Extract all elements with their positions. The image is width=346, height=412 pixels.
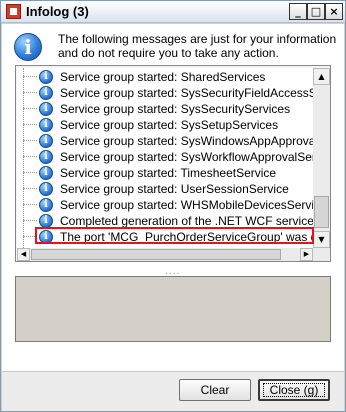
message-list[interactable]: i Service group started: SharedServices i S…	[15, 65, 331, 262]
scroll-left-button[interactable]: ◀	[17, 248, 30, 261]
message-detail-pane	[15, 276, 331, 342]
tree-connector	[23, 236, 37, 237]
message-row[interactable]: i Service group started: UserSessionServi…	[17, 181, 313, 197]
tree-connector	[23, 188, 37, 189]
vertical-scroll-thumb[interactable]	[314, 196, 329, 228]
scroll-up-button[interactable]: ▲	[313, 68, 330, 85]
tree-connector	[23, 220, 37, 221]
title-bar[interactable]: Infolog (3) _ □ ×	[1, 1, 345, 23]
message-text: Service group started: WHSMobileDevicesS…	[60, 198, 313, 212]
app-icon	[6, 4, 21, 19]
message-row[interactable]: i The port 'MCG_PurchOrderServiceGroup' w…	[17, 229, 313, 245]
message-row[interactable]: i Service group started: SysWorkflowAppro…	[17, 149, 313, 165]
close-window-button[interactable]: ×	[325, 3, 343, 20]
message-text: Service group started: TimesheetService	[60, 166, 277, 180]
tree-connector	[23, 156, 37, 157]
message-text: Service group started: SysSecurityServic…	[60, 102, 291, 116]
tree-connector	[23, 92, 37, 93]
message-text: Service group started: SysWorkflowApprov…	[60, 150, 313, 164]
message-row[interactable]: i Service group started: SysWindowsAppApp…	[17, 133, 313, 149]
message-row[interactable]: i Completed generation of the .NET WCF se…	[17, 213, 313, 229]
scroll-down-button[interactable]: ▼	[313, 231, 330, 248]
tree-connector	[23, 140, 37, 141]
close-button[interactable]: Close (g)	[258, 379, 330, 401]
info-icon: i	[39, 134, 53, 148]
message-row[interactable]: i Service group started: SharedServices	[17, 69, 313, 85]
info-icon: i	[39, 102, 53, 116]
info-icon: i	[39, 230, 53, 244]
vertical-scrollbar[interactable]: ▲ ▼	[313, 68, 330, 248]
focus-rectangle	[263, 383, 325, 397]
info-icon: i	[39, 214, 53, 228]
tree-connector	[23, 108, 37, 109]
message-row[interactable]: i Service group started: SysSetupServices	[17, 117, 313, 133]
message-row[interactable]: i Service group started: TimesheetService	[17, 165, 313, 181]
info-icon: i	[39, 118, 53, 132]
info-icon: i	[14, 33, 42, 61]
message-list-viewport[interactable]: i Service group started: SharedServices i S…	[17, 68, 313, 248]
message-text: Service group started: SysWindowsAppAppr…	[60, 134, 313, 148]
info-icon: i	[39, 150, 53, 164]
message-text: Service group started: UserSessionServic…	[60, 182, 289, 196]
info-icon: i	[39, 166, 53, 180]
tree-connector	[23, 124, 37, 125]
message-text: Service group started: SysSecurityFieldA…	[60, 86, 313, 100]
info-icon: i	[39, 86, 53, 100]
minimize-button[interactable]: _	[289, 3, 307, 20]
maximize-button[interactable]: □	[307, 3, 325, 20]
scroll-right-button[interactable]: ▶	[300, 248, 313, 261]
horizontal-scroll-thumb[interactable]	[31, 249, 281, 260]
message-row[interactable]: i Service group started: SysSecurityServi…	[17, 101, 313, 117]
message-text: Completed generation of the .NET WCF ser…	[60, 214, 313, 228]
message-text: Service group started: SharedServices	[60, 70, 266, 84]
scrollbar-corner	[313, 248, 330, 261]
infolog-window: Infolog (3) _ □ × i The following messag…	[0, 0, 346, 412]
info-icon: i	[39, 70, 53, 84]
tree-connector	[23, 204, 37, 205]
button-bar: Clear Close (g)	[2, 371, 344, 411]
clear-button[interactable]: Clear	[179, 379, 251, 401]
info-icon: i	[39, 198, 53, 212]
intro-text: The following messages are just for your…	[58, 32, 337, 60]
message-row[interactable]: i Service group started: SysSecurityField…	[17, 85, 313, 101]
info-icon: i	[39, 182, 53, 196]
tree-connector	[23, 76, 37, 77]
message-text: The port 'MCG_PurchOrderServiceGroup' wa…	[60, 230, 313, 244]
tree-connector	[23, 172, 37, 173]
message-text: Service group started: SysSetupServices	[60, 118, 279, 132]
dialog-body: i The following messages are just for yo…	[2, 24, 344, 371]
window-title: Infolog (3)	[26, 4, 89, 19]
message-row[interactable]: i Service group started: WHSMobileDevices…	[17, 197, 313, 213]
horizontal-scrollbar[interactable]: ◀ ▶	[17, 248, 313, 261]
